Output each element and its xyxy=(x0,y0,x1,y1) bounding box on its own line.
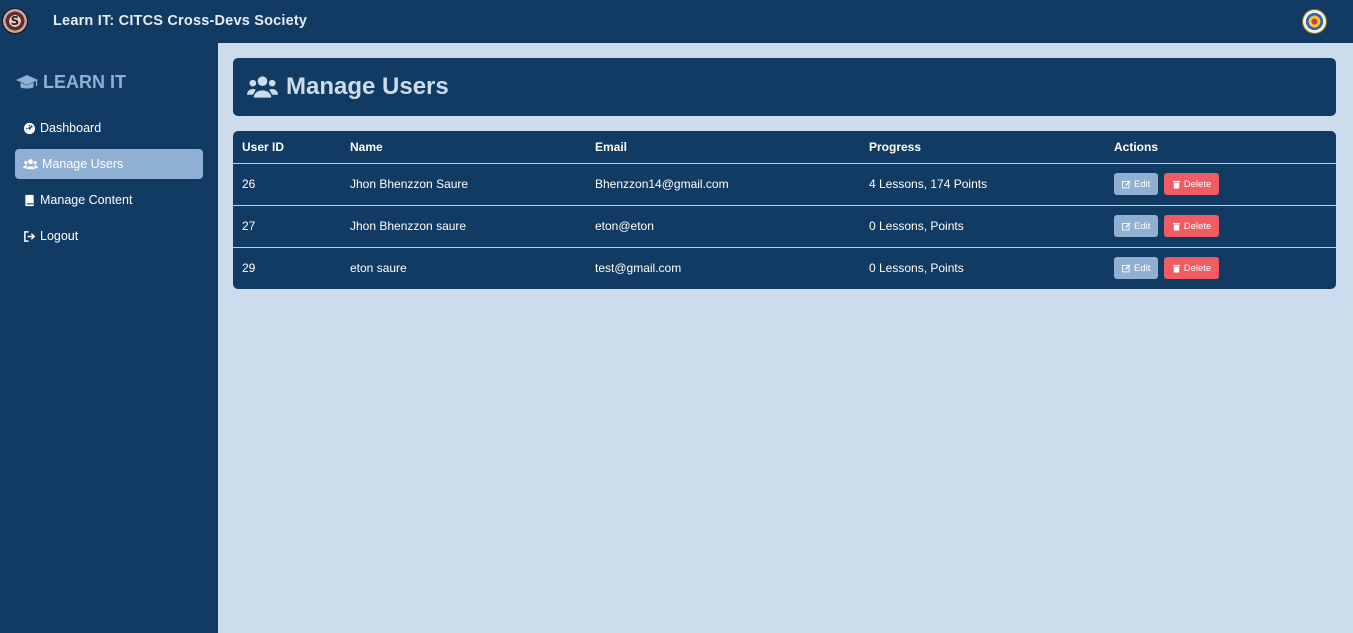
edit-icon xyxy=(1122,179,1131,188)
cell-progress: 4 Lessons, 174 Points xyxy=(860,163,1105,206)
delete-button[interactable]: Delete xyxy=(1163,173,1220,195)
delete-label: Delete xyxy=(1183,178,1212,190)
cell-actions: Edit Delete xyxy=(1105,247,1336,289)
sidebar-item-label: Logout xyxy=(40,229,79,243)
edit-icon xyxy=(1122,264,1131,273)
cell-name: Jhon Bhenzzon Saure xyxy=(341,163,586,206)
dashboard-icon xyxy=(23,122,36,134)
trash-icon xyxy=(1172,264,1180,273)
page-title: Manage Users xyxy=(286,73,449,100)
cell-actions: Edit Delete xyxy=(1105,205,1336,248)
cell-actions: Edit Delete xyxy=(1105,163,1336,206)
edit-label: Edit xyxy=(1134,262,1151,274)
edit-icon xyxy=(1122,221,1131,230)
society-logo: S xyxy=(2,8,28,34)
users-table: User ID Name Email Progress Actions 26 J… xyxy=(233,131,1336,289)
delete-label: Delete xyxy=(1183,262,1212,274)
sidebar-item-manage-users[interactable]: Manage Users xyxy=(15,149,203,179)
trash-icon xyxy=(1172,180,1180,189)
cell-progress: 0 Lessons, Points xyxy=(860,205,1105,248)
sidebar-nav: Dashboard Manage Users Manage Content Lo… xyxy=(15,113,203,257)
edit-label: Edit xyxy=(1134,220,1151,232)
page-header: Manage Users xyxy=(233,58,1336,116)
brand-label: LEARN IT xyxy=(43,72,126,92)
top-bar: S Learn IT: CITCS Cross-Devs Society xyxy=(0,0,1353,43)
sidebar-item-logout[interactable]: Logout xyxy=(15,221,203,251)
edit-label: Edit xyxy=(1134,178,1151,190)
cell-user-id: 27 xyxy=(233,205,341,248)
cell-email: eton@eton xyxy=(586,205,860,248)
trash-icon xyxy=(1172,222,1180,231)
sidebar-item-label: Manage Users xyxy=(42,157,124,171)
edit-button[interactable]: Edit xyxy=(1114,173,1159,195)
delete-button[interactable]: Delete xyxy=(1163,215,1220,237)
cell-email: Bhenzzon14@gmail.com xyxy=(586,163,860,206)
cell-user-id: 26 xyxy=(233,163,341,206)
column-header-name: Name xyxy=(341,131,586,164)
sidebar-brand[interactable]: LEARN IT xyxy=(15,72,126,93)
column-header-progress: Progress xyxy=(860,131,1105,164)
sidebar-item-label: Dashboard xyxy=(40,121,102,135)
table-row: 29 eton saure test@gmail.com 0 Lessons, … xyxy=(233,247,1336,289)
app-title: Learn IT: CITCS Cross-Devs Society xyxy=(53,13,308,29)
column-header-user-id: User ID xyxy=(233,131,341,164)
column-header-email: Email xyxy=(586,131,860,164)
graduation-cap-icon xyxy=(16,74,38,88)
cell-progress: 0 Lessons, Points xyxy=(869,261,964,276)
table-row: 26 Jhon Bhenzzon Saure Bhenzzon14@gmail.… xyxy=(233,163,1336,206)
sidebar-item-label: Manage Content xyxy=(40,193,133,207)
cell-email: test@gmail.com xyxy=(595,261,682,276)
sidebar: LEARN IT Dashboard Manage Users Manage C… xyxy=(0,43,218,633)
delete-button[interactable]: Delete xyxy=(1163,257,1220,280)
edit-button[interactable]: Edit xyxy=(1114,215,1159,237)
university-logo xyxy=(1302,9,1327,34)
table-header-row: User ID Name Email Progress Actions xyxy=(233,131,1336,164)
users-icon xyxy=(23,158,38,169)
logout-icon xyxy=(24,230,36,242)
edit-button[interactable]: Edit xyxy=(1114,257,1159,280)
sidebar-item-dashboard[interactable]: Dashboard xyxy=(15,113,203,143)
book-icon xyxy=(25,194,34,206)
cell-name: Jhon Bhenzzon saure xyxy=(341,205,586,248)
delete-label: Delete xyxy=(1183,220,1212,232)
column-header-actions: Actions xyxy=(1105,131,1336,164)
sidebar-item-manage-content[interactable]: Manage Content xyxy=(15,185,203,215)
cell-name: eton saure xyxy=(350,261,407,276)
cell-user-id: 29 xyxy=(242,261,256,276)
users-icon xyxy=(247,76,278,98)
table-row: 27 Jhon Bhenzzon saure eton@eton 0 Lesso… xyxy=(233,205,1336,248)
